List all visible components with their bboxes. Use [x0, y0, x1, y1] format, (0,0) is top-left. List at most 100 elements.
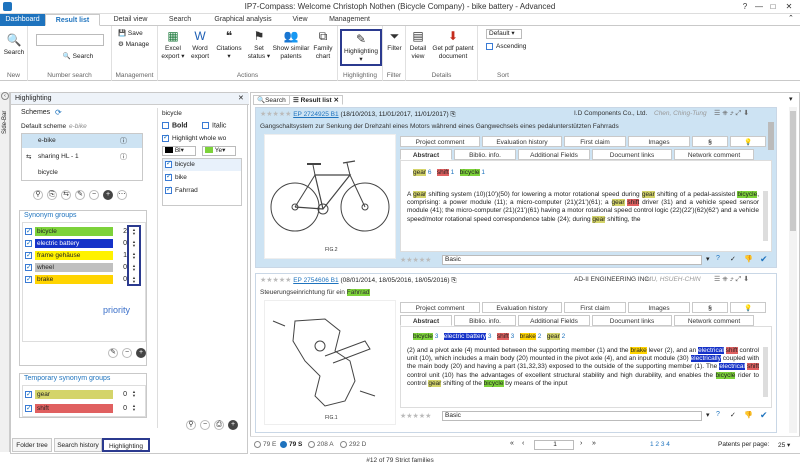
count-e[interactable]: 79 E: [254, 441, 276, 448]
export-icon[interactable]: ⬇: [743, 110, 749, 117]
tab-legal[interactable]: §: [692, 302, 728, 313]
first-page-icon[interactable]: «: [510, 440, 514, 447]
share-icon[interactable]: ⤴: [730, 276, 734, 283]
keyword-chip[interactable]: brake: [519, 333, 536, 340]
highlighting-button[interactable]: ✎ Highlighting ▾: [340, 29, 382, 66]
count-d[interactable]: 292 D: [340, 441, 366, 448]
ascending-checkbox[interactable]: Ascending: [486, 43, 526, 51]
manage-button[interactable]: ⚙ Manage: [118, 41, 149, 49]
copy-icon[interactable]: ⎘: [47, 190, 57, 200]
bold-box[interactable]: [162, 122, 169, 129]
italic-box[interactable]: [202, 122, 209, 129]
tab-network-comment[interactable]: Network comment: [674, 315, 754, 326]
share-icon[interactable]: ⤴: [730, 110, 734, 117]
comment-dropdown-icon[interactable]: ▾: [706, 411, 710, 419]
check-icon[interactable]: ✓: [730, 255, 736, 263]
tab-images[interactable]: Images: [628, 302, 690, 313]
spinner-icon[interactable]: ▲ ▼: [131, 240, 137, 249]
temp-row-gear[interactable]: [25, 389, 35, 400]
patent-number[interactable]: EP 2724925 B1: [293, 111, 338, 118]
tab-ideas[interactable]: 💡: [730, 136, 766, 147]
word-checkbox[interactable]: [165, 159, 175, 168]
synonym-checkbox[interactable]: [25, 250, 32, 261]
tab-network-comment[interactable]: Network comment: [674, 149, 754, 160]
copy-icon[interactable]: ⎘: [450, 111, 455, 118]
comment-dropdown-icon[interactable]: ▾: [706, 255, 710, 263]
temp-row-shift[interactable]: [25, 403, 35, 414]
info-icon[interactable]: ⓘ: [120, 152, 127, 162]
ascending-checkbox-box[interactable]: [486, 43, 493, 50]
tab-first-claim[interactable]: First claim: [564, 136, 626, 147]
keyword-chip[interactable]: gear: [546, 333, 560, 340]
spinner-icon[interactable]: ▲ ▼: [131, 252, 137, 261]
show-similar-button[interactable]: 👥 Show similar patents: [271, 30, 311, 61]
next-page-icon[interactable]: ›: [580, 440, 582, 447]
prev-page-icon[interactable]: ‹: [522, 440, 524, 447]
count-s[interactable]: 79 S: [280, 441, 302, 448]
keyword-chip[interactable]: bicycle: [413, 333, 433, 340]
edit-synonym-icon[interactable]: ✎: [108, 348, 118, 358]
thumb-down-icon[interactable]: 👎: [744, 255, 753, 263]
doc-tab-result-list[interactable]: ☰ Result list ✕: [289, 95, 343, 105]
keyword-chip[interactable]: bicycle: [459, 169, 480, 176]
tab-biblio[interactable]: Biblio. info.: [454, 315, 516, 326]
font-color-select[interactable]: Bl▾: [162, 146, 196, 156]
spinner-icon[interactable]: ▲ ▼: [131, 404, 137, 413]
info-icon[interactable]: ⓘ: [120, 136, 127, 146]
tab-evaluation-history[interactable]: Evaluation history: [482, 136, 562, 147]
detail-view-button[interactable]: ▤ Detail view: [408, 30, 428, 61]
panel-dropdown-icon[interactable]: ▾: [789, 95, 793, 103]
tab-evaluation-history[interactable]: Evaluation history: [482, 302, 562, 313]
new-search-button[interactable]: 🔍 Search: [2, 34, 26, 57]
word-item[interactable]: bicycle: [163, 159, 241, 171]
help-icon[interactable]: ?: [716, 411, 720, 418]
tab-additional-fields[interactable]: Additional Fields: [518, 149, 590, 160]
tab-detail-view[interactable]: Detail view: [103, 14, 158, 26]
last-page-icon[interactable]: »: [592, 440, 596, 447]
synonym-row-bicycle[interactable]: [25, 226, 35, 237]
synonym-checkbox[interactable]: [25, 262, 32, 273]
page-links[interactable]: 1 2 3 4: [650, 441, 670, 448]
remove-synonym-icon[interactable]: −: [122, 348, 132, 358]
confirm-icon[interactable]: ✔: [760, 410, 768, 421]
spinner-icon[interactable]: ▲ ▼: [131, 390, 137, 399]
result-card[interactable]: ★★★★★ EP 2724925 B1 (18/10/2013, 11/01/2…: [255, 107, 777, 268]
result-card[interactable]: ★★★★★ EP 2754606 B1 (08/01/2014, 18/05/2…: [255, 273, 777, 433]
edit-icon[interactable]: ✎: [75, 190, 85, 200]
temp-label-shift[interactable]: shift: [35, 404, 113, 413]
italic-checkbox[interactable]: Italic: [202, 122, 226, 129]
share-scheme-icon[interactable]: ⇆: [61, 190, 71, 200]
close-button[interactable]: ✕: [782, 1, 796, 13]
tab-project-comment[interactable]: Project comment: [400, 136, 480, 147]
priority-value[interactable]: 0: [115, 275, 127, 284]
priority-value[interactable]: 0: [115, 239, 127, 248]
excel-export-button[interactable]: ▦ Excel export ▾: [161, 30, 185, 61]
priority-value[interactable]: 2: [115, 227, 127, 236]
get-pdf-button[interactable]: ⬇ Get pdf patent document: [428, 30, 478, 61]
copy-icon[interactable]: ⎘: [451, 277, 456, 284]
more-icon[interactable]: ⋯: [117, 190, 127, 200]
tab-graphical-analysis[interactable]: Graphical analysis: [208, 14, 278, 26]
rating-stars[interactable]: ★★★★★: [260, 111, 291, 118]
add-synonym-icon[interactable]: +: [136, 348, 146, 358]
keyword-chip[interactable]: electric battery: [443, 333, 487, 340]
synonym-row-frame[interactable]: [25, 250, 35, 261]
confirm-icon[interactable]: ✔: [760, 254, 768, 265]
priority-value[interactable]: 0: [115, 404, 127, 413]
word-export-button[interactable]: W Word export: [188, 30, 212, 61]
remove-scheme-icon[interactable]: −: [89, 190, 99, 200]
tab-document-links[interactable]: Document links: [592, 315, 672, 326]
restore-button[interactable]: □: [766, 1, 780, 13]
expand-icon[interactable]: ⤢: [736, 110, 742, 117]
pdf-link-icon[interactable]: ⎈: [722, 110, 728, 117]
synonym-row-brake[interactable]: [25, 274, 35, 285]
tab-document-links[interactable]: Document links: [592, 149, 672, 160]
export-icon[interactable]: ⬇: [743, 276, 749, 283]
word-checkbox[interactable]: [165, 172, 175, 181]
scheme-item-e-bike[interactable]: e-bike ⓘ: [22, 134, 142, 148]
link-icon[interactable]: ⚲: [33, 190, 43, 200]
synonym-label-bicycle[interactable]: bicycle: [35, 227, 113, 236]
sidebar-collapse-icon[interactable]: ‹: [1, 92, 9, 100]
priority-value[interactable]: 0: [115, 390, 127, 399]
word-item[interactable]: Fahrrad: [163, 185, 241, 197]
